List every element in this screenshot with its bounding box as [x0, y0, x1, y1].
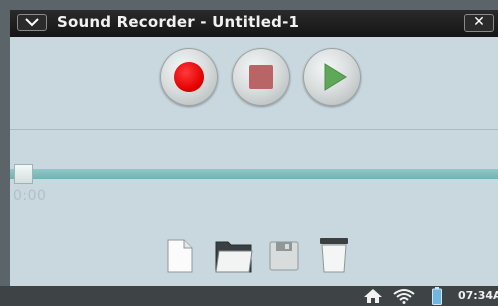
- clock: 07:34A: [458, 289, 498, 302]
- stop-button[interactable]: [232, 48, 290, 106]
- close-button[interactable]: ✕: [464, 14, 494, 32]
- save-disk-icon[interactable]: [269, 234, 299, 274]
- play-icon: [324, 63, 347, 91]
- sound-recorder-window: Sound Recorder - Untitled-1 ✕ 0:00: [10, 10, 498, 286]
- wifi-icon[interactable]: [393, 288, 415, 304]
- play-button[interactable]: [303, 48, 361, 106]
- position-area: 0:00: [10, 130, 498, 230]
- home-icon[interactable]: [363, 288, 383, 304]
- window-menu-button[interactable]: [17, 14, 47, 31]
- record-button[interactable]: [160, 48, 218, 106]
- open-folder-icon[interactable]: [215, 234, 253, 274]
- window-title: Sound Recorder - Untitled-1: [57, 13, 300, 31]
- file-toolbar: [10, 234, 498, 280]
- position-slider-thumb[interactable]: [14, 164, 33, 184]
- battery-icon[interactable]: [432, 287, 442, 305]
- record-icon: [174, 62, 204, 92]
- delete-trash-icon[interactable]: [319, 234, 349, 274]
- elapsed-time: 0:00: [13, 188, 47, 204]
- transport-controls: [10, 37, 498, 130]
- close-icon: ✕: [473, 14, 485, 30]
- title-bar: Sound Recorder - Untitled-1 ✕: [10, 10, 498, 37]
- position-slider-track[interactable]: [10, 169, 498, 179]
- chevron-down-icon: [25, 18, 39, 27]
- stop-icon: [249, 65, 273, 89]
- taskbar: 07:34A: [0, 286, 498, 306]
- new-file-icon[interactable]: [166, 234, 194, 274]
